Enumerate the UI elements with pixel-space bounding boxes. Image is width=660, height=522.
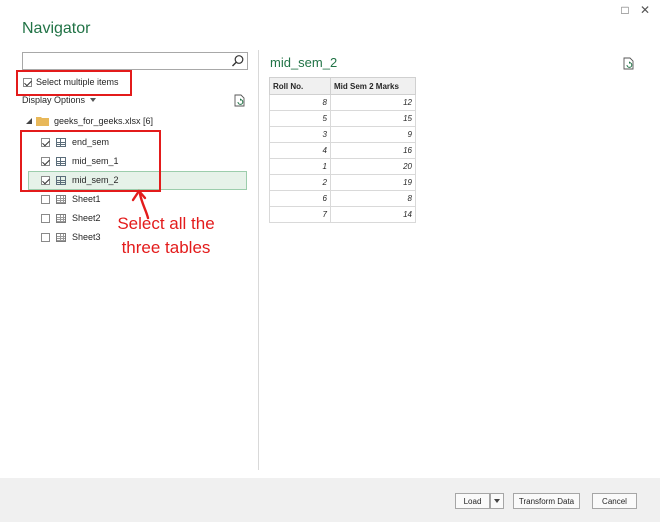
- transform-data-button[interactable]: Transform Data: [513, 493, 580, 509]
- tree-item-label: Sheet1: [72, 194, 101, 204]
- table-row: 7 14: [269, 206, 416, 223]
- table-cell: 20: [330, 158, 416, 175]
- load-button[interactable]: Load: [455, 493, 490, 509]
- cancel-button[interactable]: Cancel: [592, 493, 637, 509]
- pane-divider[interactable]: [258, 50, 259, 470]
- page-title: Navigator: [22, 20, 91, 37]
- table-cell: 2: [269, 174, 331, 191]
- table-row: 8 12: [269, 94, 416, 111]
- close-button[interactable]: ✕: [638, 3, 652, 17]
- sheet-icon: [56, 213, 66, 223]
- tree-item-sheet2[interactable]: Sheet2: [41, 209, 101, 227]
- sheet-icon: [56, 194, 66, 204]
- table-cell: 5: [269, 110, 331, 127]
- table-row: 2 19: [269, 174, 416, 191]
- table-cell: 7: [269, 206, 331, 223]
- search-icon[interactable]: [231, 54, 245, 68]
- annotation-line-1: Select all the: [117, 214, 215, 233]
- footer-bar: Load Transform Data Cancel: [0, 478, 660, 522]
- table-cell: 3: [269, 126, 331, 143]
- table-row: 68: [269, 190, 416, 207]
- table-cell: 16: [330, 142, 416, 159]
- select-multiple-label: Select multiple items: [36, 77, 119, 87]
- folder-icon: [36, 117, 49, 126]
- table-row: 4 16: [269, 142, 416, 159]
- table-cell: 9: [330, 126, 416, 143]
- column-header[interactable]: Mid Sem 2 Marks: [330, 77, 416, 95]
- tree-item-sheet1[interactable]: Sheet1: [41, 190, 101, 208]
- tree-item-label: Sheet2: [72, 213, 101, 223]
- expand-triangle-icon[interactable]: [26, 118, 32, 124]
- load-dropdown-button[interactable]: [490, 493, 504, 509]
- select-multiple-checkbox[interactable]: Select multiple items: [23, 73, 119, 91]
- column-header[interactable]: Roll No.: [269, 77, 331, 95]
- checkbox-unchecked-icon[interactable]: [41, 213, 50, 223]
- table-cell: 8: [269, 94, 331, 111]
- checkbox-unchecked-icon[interactable]: [41, 232, 50, 242]
- display-options-dropdown[interactable]: Display Options: [22, 95, 97, 105]
- table-row: 1 20: [269, 158, 416, 175]
- chevron-down-icon: [494, 499, 500, 503]
- sheet-icon: [56, 232, 66, 242]
- search-input[interactable]: [22, 52, 248, 70]
- tree-file-label: geeks_for_geeks.xlsx [6]: [54, 116, 154, 126]
- table-cell: 1: [269, 158, 331, 175]
- table-row: 39: [269, 126, 416, 143]
- display-options-label: Display Options: [22, 95, 86, 105]
- preview-table: Roll No. Mid Sem 2 Marks 8 12 5 15 39 4 16 …: [269, 77, 416, 223]
- table-row: 5 15: [269, 110, 416, 127]
- table-cell: 14: [330, 206, 416, 223]
- highlight-box-tables: [20, 130, 161, 192]
- chevron-down-icon: [90, 98, 97, 102]
- table-cell: 19: [330, 174, 416, 191]
- tree-item-sheet3[interactable]: Sheet3: [41, 228, 101, 246]
- checkbox-checked-icon: [23, 77, 32, 87]
- table-cell: 6: [269, 190, 331, 207]
- table-header-row: Roll No. Mid Sem 2 Marks: [269, 77, 416, 95]
- table-cell: 15: [330, 110, 416, 127]
- refresh-icon[interactable]: [234, 94, 246, 107]
- table-cell: 8: [330, 190, 416, 207]
- annotation-text: Select all the three tables: [104, 212, 228, 260]
- table-cell: 4: [269, 142, 331, 159]
- tree-file-node[interactable]: geeks_for_geeks.xlsx [6]: [26, 116, 153, 126]
- maximize-button[interactable]: □: [618, 3, 632, 17]
- annotation-line-2: three tables: [121, 238, 211, 257]
- table-cell: 12: [330, 94, 416, 111]
- preview-title: mid_sem_2: [270, 55, 338, 70]
- tree-item-label: Sheet3: [72, 232, 101, 242]
- checkbox-unchecked-icon[interactable]: [41, 194, 50, 204]
- preview-refresh-icon[interactable]: [623, 57, 635, 70]
